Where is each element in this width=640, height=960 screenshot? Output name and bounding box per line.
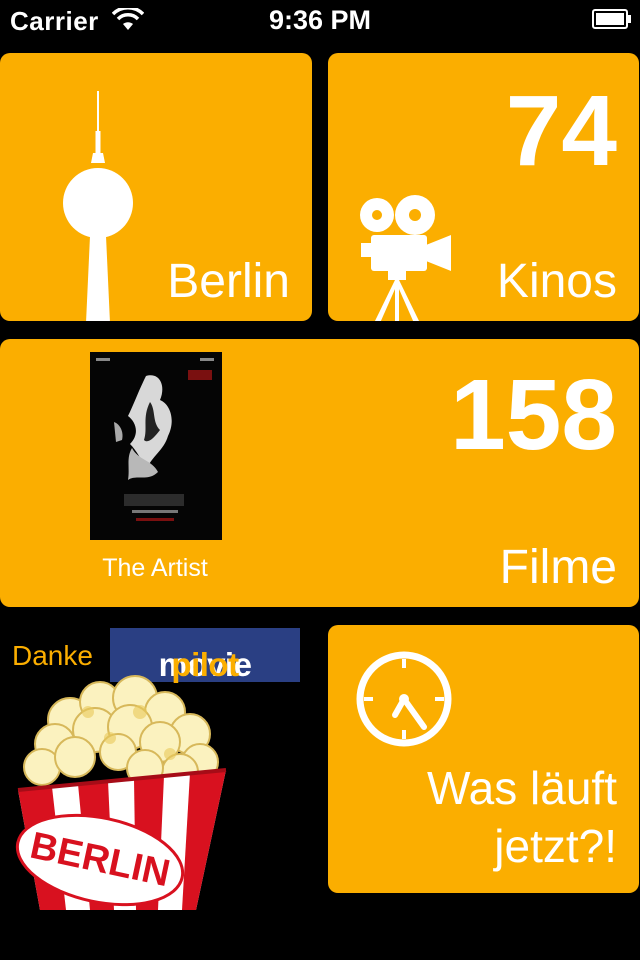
- movie-camera-icon: [360, 195, 451, 321]
- thanks-label: Danke: [12, 640, 93, 671]
- status-bar: Carrier 9:36 PM: [0, 0, 640, 40]
- cinemas-tile[interactable]: 74 Kinos: [328, 53, 639, 321]
- popcorn-icon: BERLIN: [15, 675, 227, 910]
- clock-time: 9:36 PM: [268, 5, 372, 35]
- poster-artwork: [90, 352, 222, 540]
- now-showing-line-1: Was läuft: [426, 762, 617, 814]
- now-showing-tile[interactable]: Was läuft jetzt?!: [328, 625, 639, 893]
- featured-film-poster[interactable]: [90, 352, 222, 540]
- tv-tower-icon: [63, 91, 133, 321]
- now-showing-line-2: jetzt?!: [494, 820, 617, 872]
- city-label: Berlin: [167, 255, 290, 308]
- films-label: Filme: [499, 541, 617, 594]
- featured-film-title: The Artist: [102, 554, 208, 582]
- city-tile[interactable]: Berlin: [0, 53, 312, 321]
- battery-icon: [592, 9, 631, 29]
- films-tile[interactable]: The Artist 158 Filme: [0, 339, 639, 607]
- clock-icon: [356, 651, 452, 747]
- cinema-count: 74: [505, 75, 617, 187]
- cinemas-label: Kinos: [496, 255, 617, 308]
- film-count: 158: [450, 359, 617, 471]
